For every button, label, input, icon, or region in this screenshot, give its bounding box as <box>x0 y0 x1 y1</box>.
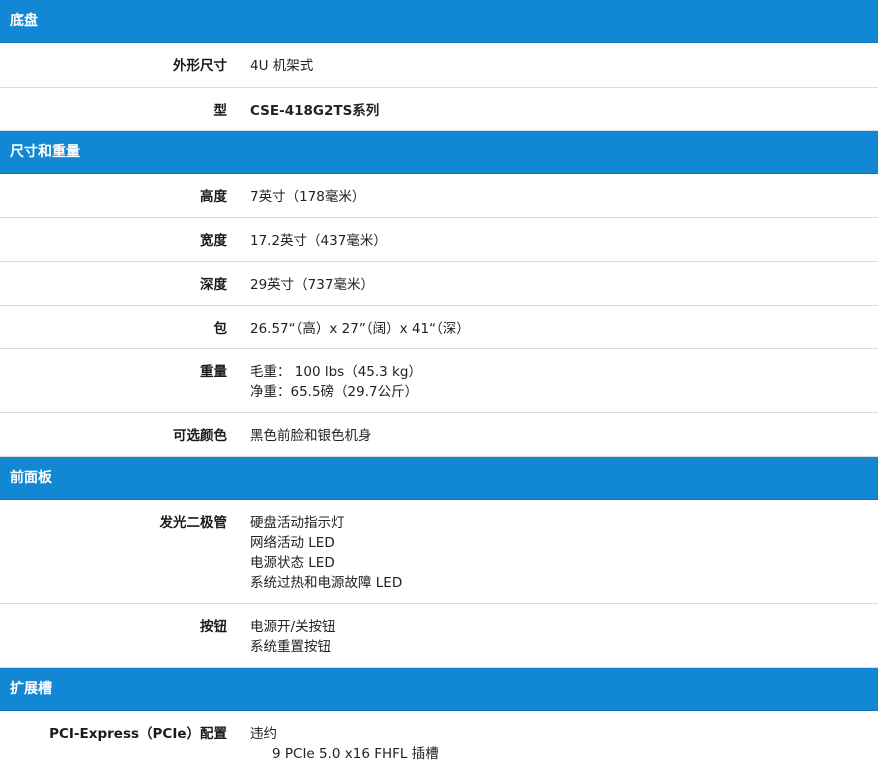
spec-row-package: 包 26.57“（高）x 27”（阔）x 41“（深） <box>0 306 878 349</box>
spec-row-pcie: PCI-Express（PCIe）配置 违约 9 PCIe 5.0 x16 FH… <box>0 711 878 760</box>
spec-label: 宽度 <box>200 233 227 249</box>
led-item: 电源状态 LED <box>250 555 335 571</box>
spec-value: 毛重： 100 lbs（45.3 kg） 净重：65.5磅（29.7公斤） <box>250 362 878 412</box>
spec-value: 黑色前脸和银色机身 <box>250 428 372 444</box>
spec-value: 硬盘活动指示灯 网络活动 LED 电源状态 LED 系统过热和电源故障 LED <box>250 513 878 603</box>
spec-label: 型 <box>213 103 228 119</box>
weight-gross: 毛重： 100 lbs（45.3 kg） <box>250 364 422 380</box>
spec-row-depth: 深度 29英寸（737毫米） <box>0 262 878 306</box>
spec-value: 29英寸（737毫米） <box>250 277 374 293</box>
spec-label: 包 <box>213 321 228 337</box>
led-item: 网络活动 LED <box>250 535 335 551</box>
section-header-expansion: 扩展槽 <box>0 668 878 711</box>
spec-value: 7英寸（178毫米） <box>250 189 366 205</box>
led-item: 硬盘活动指示灯 <box>250 515 345 531</box>
spec-label: 高度 <box>200 189 227 205</box>
spec-label: 可选颜色 <box>173 428 227 444</box>
spec-row-width: 宽度 17.2英寸（437毫米） <box>0 218 878 262</box>
button-item: 电源开/关按钮 <box>250 619 336 635</box>
spec-page: 底盘 外形尺寸 4U 机架式 型 CSE-418G2TS系列 尺寸和重量 高度 … <box>0 0 878 760</box>
weight-net: 净重：65.5磅（29.7公斤） <box>250 384 419 400</box>
spec-value: 4U 机架式 <box>250 58 314 74</box>
led-item: 系统过热和电源故障 LED <box>250 575 403 591</box>
spec-label: 重量 <box>200 364 227 380</box>
spec-value: CSE-418G2TS系列 <box>250 103 380 119</box>
spec-row-form-factor: 外形尺寸 4U 机架式 <box>0 43 878 88</box>
spec-label: 深度 <box>200 277 227 293</box>
spec-label: PCI-Express（PCIe）配置 <box>49 726 227 742</box>
spec-row-model: 型 CSE-418G2TS系列 <box>0 88 878 131</box>
spec-label: 外形尺寸 <box>173 58 227 74</box>
pcie-default: 违约 <box>250 726 277 742</box>
button-item: 系统重置按钮 <box>250 639 331 655</box>
spec-row-color: 可选颜色 黑色前脸和银色机身 <box>0 413 878 457</box>
spec-label: 按钮 <box>200 619 227 635</box>
spec-value: 17.2英寸（437毫米） <box>250 233 387 249</box>
spec-value: 26.57“（高）x 27”（阔）x 41“（深） <box>250 321 470 337</box>
spec-label: 发光二极管 <box>159 515 228 531</box>
pcie-slots: 9 PCIe 5.0 x16 FHFL 插槽 <box>272 746 439 760</box>
section-header-chassis: 底盘 <box>0 0 878 43</box>
spec-row-weight: 重量 毛重： 100 lbs（45.3 kg） 净重：65.5磅（29.7公斤） <box>0 349 878 413</box>
spec-value: 违约 9 PCIe 5.0 x16 FHFL 插槽 <box>250 724 878 760</box>
spec-row-leds: 发光二极管 硬盘活动指示灯 网络活动 LED 电源状态 LED 系统过热和电源故… <box>0 500 878 604</box>
spec-row-height: 高度 7英寸（178毫米） <box>0 174 878 218</box>
section-header-front-panel: 前面板 <box>0 457 878 500</box>
spec-value: 电源开/关按钮 系统重置按钮 <box>250 617 878 667</box>
section-header-dimensions: 尺寸和重量 <box>0 131 878 174</box>
spec-row-buttons: 按钮 电源开/关按钮 系统重置按钮 <box>0 604 878 668</box>
